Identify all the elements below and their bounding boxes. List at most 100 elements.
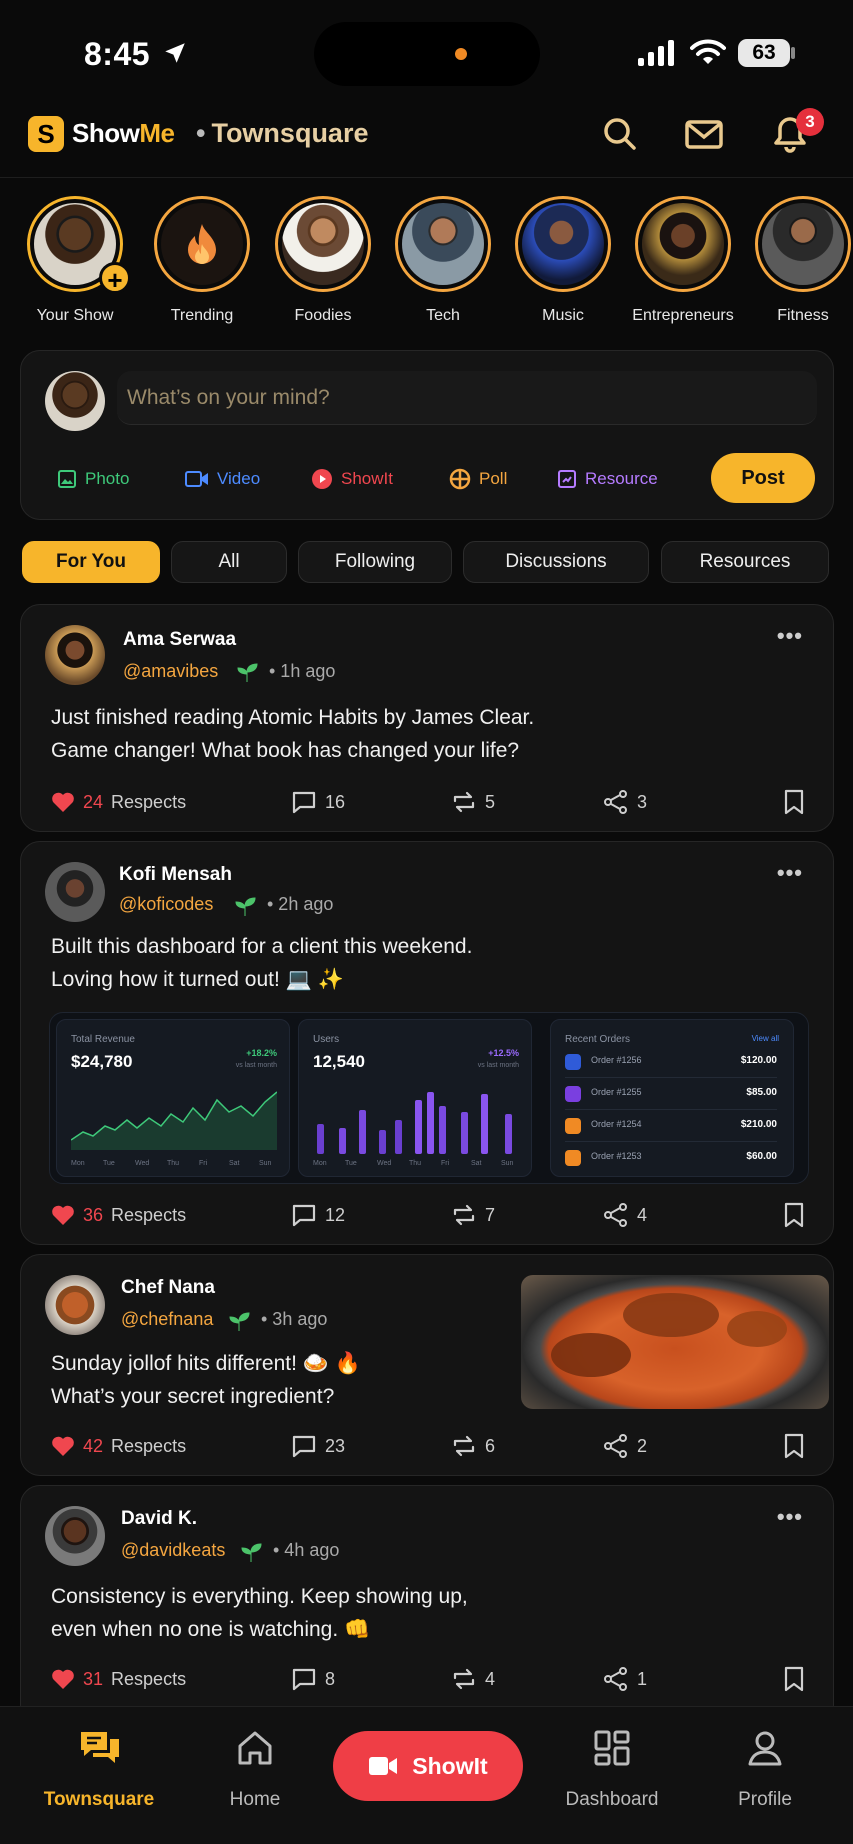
more-options-icon[interactable]: ••• — [777, 1504, 803, 1530]
respect-button[interactable]: 31 Respects — [51, 1664, 186, 1694]
home-icon — [238, 1731, 272, 1765]
order-name: Order #1253 — [591, 1151, 642, 1161]
photo-label: Photo — [85, 469, 130, 488]
respect-count: 36 — [83, 1204, 104, 1225]
nav-label: Townsquare — [43, 1789, 155, 1810]
app-header: S ShowMe • Townsquare 3 — [0, 106, 853, 178]
whats-on-your-mind-input[interactable]: What’s on your mind? — [117, 371, 817, 425]
tab-resources[interactable]: Resources — [661, 541, 829, 583]
heart-icon — [52, 792, 74, 812]
bookmark-icon[interactable] — [783, 789, 805, 815]
share-button[interactable]: 2 — [603, 1431, 647, 1461]
author-handle[interactable]: @chefnana — [121, 1309, 213, 1330]
repost-button[interactable]: 4 — [451, 1664, 495, 1694]
comment-button[interactable]: 16 — [291, 787, 345, 817]
sprout-icon — [237, 663, 258, 682]
poll-button[interactable]: Poll — [449, 457, 507, 501]
comment-button[interactable]: 23 — [291, 1431, 345, 1461]
chat-bubbles-icon — [81, 1732, 119, 1763]
photo-button[interactable]: Photo — [57, 457, 129, 501]
avatar[interactable] — [45, 625, 105, 685]
tab-for-you[interactable]: For You — [22, 541, 160, 583]
share-count: 2 — [637, 1435, 648, 1456]
video-button[interactable]: Video — [185, 457, 260, 501]
view-all-link: View all — [751, 1034, 779, 1043]
story-label: Music — [542, 307, 584, 324]
share-count: 1 — [637, 1668, 648, 1689]
author-handle[interactable]: @davidkeats — [121, 1540, 225, 1561]
post-text-line: even when no one is watching. 👊 — [51, 1618, 371, 1641]
repost-button[interactable]: 6 — [451, 1431, 495, 1461]
brand-name[interactable]: ShowMe — [72, 118, 175, 149]
users-label: Users — [313, 1034, 340, 1045]
post-actions: 24 Respects 16 5 3 — [21, 787, 835, 817]
chicken-pieces-shape — [551, 1293, 787, 1377]
post-composer: What’s on your mind? Photo Video ShowIt … — [20, 350, 834, 520]
author-name[interactable]: Ama Serwaa — [123, 629, 236, 651]
avatar[interactable] — [45, 1506, 105, 1566]
author-handle[interactable]: @koficodes — [119, 894, 213, 915]
tab-following[interactable]: Following — [298, 541, 452, 583]
avatar — [642, 203, 724, 285]
nav-label: Dashboard — [565, 1789, 659, 1810]
post-button[interactable]: Post — [711, 453, 815, 503]
respect-button[interactable]: 42 Respects — [51, 1431, 186, 1461]
post-card: Chef Nana @chefnana • 3h ago Sunday joll… — [20, 1254, 834, 1476]
comment-button[interactable]: 8 — [291, 1664, 335, 1694]
day-tick: Thu — [409, 1160, 422, 1167]
day-tick: Tue — [103, 1160, 115, 1167]
author-name[interactable]: Chef Nana — [121, 1277, 215, 1299]
author-handle[interactable]: @amavibes — [123, 661, 218, 682]
showit-button[interactable]: ShowIt — [333, 1731, 523, 1801]
tab-all[interactable]: All — [171, 541, 287, 583]
post-time: • 1h ago — [269, 661, 336, 681]
post-card: Kofi Mensah @koficodes • 2h ago ••• Buil… — [20, 841, 834, 1245]
resource-button[interactable]: Resource — [557, 457, 658, 501]
repost-button[interactable]: 7 — [451, 1200, 495, 1230]
repost-count: 7 — [485, 1204, 496, 1225]
dashboard-image[interactable]: Total Revenue $24,780 +18.2% vs last mon… — [49, 1012, 809, 1184]
order-icon — [565, 1054, 581, 1070]
author-name[interactable]: David K. — [121, 1508, 197, 1530]
repost-button[interactable]: 5 — [451, 787, 495, 817]
comment-button[interactable]: 12 — [291, 1200, 345, 1230]
post-text-line: Sunday jollof hits different! 🍛 🔥 — [51, 1352, 361, 1375]
avatar[interactable] — [45, 862, 105, 922]
search-icon[interactable] — [600, 114, 640, 154]
respect-count: 24 — [83, 791, 104, 812]
share-button[interactable]: 1 — [603, 1664, 647, 1694]
bookmark-icon[interactable] — [783, 1433, 805, 1459]
status-bar: 8:45 63 — [0, 0, 853, 106]
order-row: Order #1253 $60.00 — [565, 1144, 777, 1174]
post-actions: 42 Respects 23 6 2 — [21, 1431, 835, 1461]
share-button[interactable]: 3 — [603, 787, 647, 817]
share-icon — [604, 1434, 627, 1458]
avatar[interactable] — [45, 1275, 105, 1335]
bookmark-icon[interactable] — [783, 1666, 805, 1692]
share-count: 3 — [637, 791, 648, 812]
share-button[interactable]: 4 — [603, 1200, 647, 1230]
post-text-line: Game changer! What book has changed your… — [51, 739, 520, 762]
respect-button[interactable]: 24 Respects — [51, 787, 186, 817]
day-tick: Thu — [167, 1160, 180, 1167]
story-label: Fitness — [777, 307, 829, 324]
showit-label: ShowIt — [412, 1752, 488, 1779]
revenue-label: Total Revenue — [71, 1034, 135, 1045]
day-tick: Wed — [377, 1160, 392, 1167]
showit-composer-button[interactable]: ShowIt — [311, 457, 393, 501]
jollof-rice-image[interactable] — [521, 1275, 829, 1409]
bookmark-icon[interactable] — [783, 1202, 805, 1228]
author-name[interactable]: Kofi Mensah — [119, 864, 232, 886]
avatar — [402, 203, 484, 285]
story-label: Trending — [170, 307, 234, 324]
poll-icon — [449, 468, 471, 490]
respect-button[interactable]: 36 Respects — [51, 1200, 186, 1230]
showme-logo-icon: S — [28, 116, 64, 152]
add-story-icon[interactable]: + — [99, 262, 131, 295]
more-options-icon[interactable]: ••• — [777, 860, 803, 886]
revenue-change: +18.2% — [246, 1048, 277, 1058]
mail-icon[interactable] — [684, 114, 724, 154]
tab-discussions[interactable]: Discussions — [463, 541, 649, 583]
showit-label: ShowIt — [341, 469, 393, 488]
more-options-icon[interactable]: ••• — [777, 623, 803, 649]
